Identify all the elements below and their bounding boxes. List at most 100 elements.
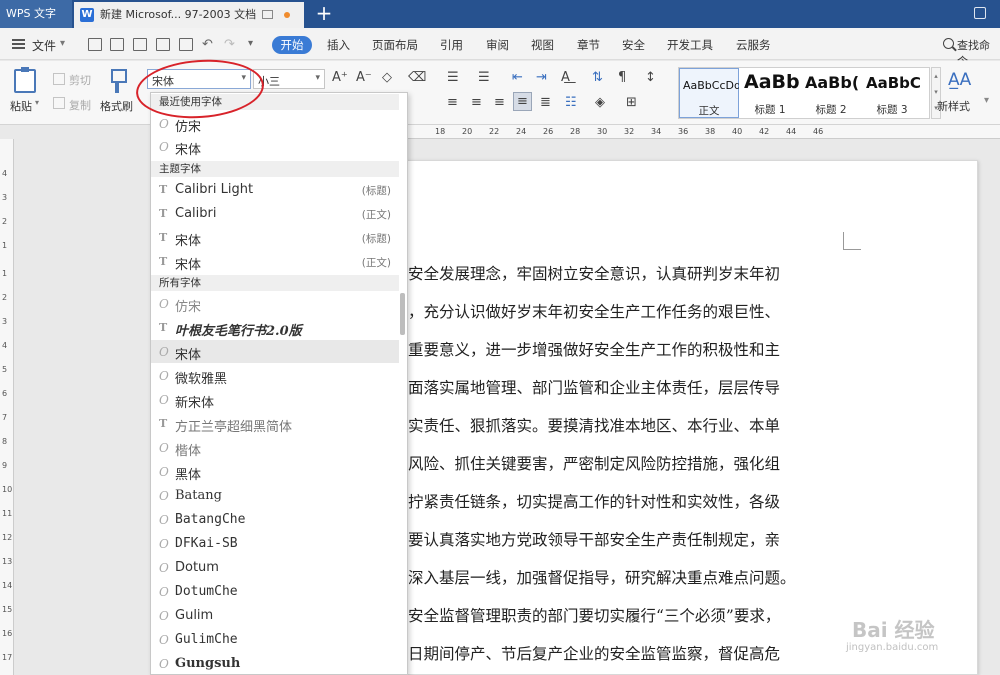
font-option[interactable]: O 微软雅黑	[151, 364, 399, 387]
font-option[interactable]: O Batang	[151, 484, 399, 507]
tab-cloud[interactable]: 云服务	[736, 37, 771, 53]
font-option[interactable]: O BatangChe	[151, 508, 399, 531]
tab-references[interactable]: 引用	[440, 37, 463, 53]
font-option-selected[interactable]: O 宋体	[151, 340, 399, 363]
undo-icon[interactable]: ↶	[202, 37, 213, 52]
shrink-font-icon[interactable]: A⁻	[356, 70, 372, 85]
bullet-list-icon[interactable]: ☰	[447, 70, 459, 85]
document-line[interactable]: 安全监督管理职责的部门要切实履行“三个必须”要求，	[408, 604, 846, 626]
style-heading-3[interactable]: AaBbC 标题 3	[863, 68, 923, 118]
grow-font-icon[interactable]: A⁺	[332, 70, 348, 85]
print-icon[interactable]	[156, 38, 170, 51]
style-normal[interactable]: AaBbCcDd 正文	[679, 68, 739, 118]
document-line[interactable]: 要认真落实地方党政领导干部安全生产责任制规定，亲	[408, 528, 846, 550]
align-right-icon[interactable]: ≡	[494, 95, 505, 110]
tab-developer[interactable]: 开发工具	[667, 37, 713, 53]
hamburger-menu-icon[interactable]	[12, 39, 25, 49]
font-option[interactable]: T Calibri (正文)	[151, 202, 399, 225]
borders-icon[interactable]: ⊞	[626, 95, 637, 110]
font-option[interactable]: O 宋体	[151, 135, 399, 158]
search-icon[interactable]	[943, 38, 954, 49]
new-style-button[interactable]: 新样式	[937, 98, 970, 114]
tab-review[interactable]: 审阅	[486, 37, 509, 53]
font-option[interactable]: O DotumChe	[151, 580, 399, 603]
ruler-tick: 7	[2, 413, 8, 422]
document-line[interactable]: 面落实属地管理、部门监管和企业主体责任，层层传导	[408, 376, 846, 398]
font-option[interactable]: O GulimChe	[151, 628, 399, 651]
cut-icon[interactable]	[53, 73, 65, 85]
justify-icon[interactable]: ≡	[513, 92, 532, 111]
document-line[interactable]: 安全发展理念，牢固树立安全意识，认真研判岁末年初	[408, 262, 846, 284]
font-option[interactable]: O Gungsuh	[151, 652, 399, 674]
paste-button[interactable]: 粘贴	[10, 98, 32, 114]
document-line[interactable]: 实责任、狠抓落实。要摸清找准本地区、本行业、本单	[408, 414, 846, 436]
font-option[interactable]: T 叶根友毛笔行书2.0版	[151, 316, 399, 339]
chevron-down-icon[interactable]: ▾	[315, 73, 320, 83]
font-option[interactable]: T 宋体 (正文)	[151, 250, 399, 273]
file-menu[interactable]: 文件	[32, 37, 56, 54]
font-option[interactable]: T 方正兰亭超细黑简体	[151, 412, 399, 435]
redo-icon[interactable]: ↷	[224, 37, 235, 52]
dropdown-scrollbar[interactable]	[400, 293, 405, 335]
copy-button[interactable]: 复制	[69, 97, 91, 113]
print-preview-icon[interactable]	[179, 38, 193, 51]
tab-security[interactable]: 安全	[622, 37, 645, 53]
font-option[interactable]: O Dotum	[151, 556, 399, 579]
export-pdf-icon[interactable]	[133, 38, 147, 51]
phonetic-icon[interactable]: ⌫	[408, 70, 426, 85]
vertical-ruler[interactable]: 4 3 2 1 1 2 3 4 5 6 7 8 9 10 11 12 13 14…	[0, 139, 14, 675]
tab-view[interactable]: 视图	[531, 37, 554, 53]
copy-icon[interactable]	[53, 97, 65, 109]
chevron-down-icon[interactable]: ▾	[60, 38, 65, 49]
numbered-list-icon[interactable]: ☰	[478, 70, 490, 85]
tab-insert[interactable]: 插入	[327, 37, 350, 53]
font-option[interactable]: O 仿宋	[151, 292, 399, 315]
save-icon[interactable]	[110, 38, 124, 51]
document-line[interactable]: 日期间停产、节后复产企业的安全监管监察，督促高危	[408, 642, 846, 664]
font-option[interactable]: T Calibri Light (标题)	[151, 178, 399, 201]
open-folder-icon[interactable]	[88, 38, 102, 51]
show-hide-icon[interactable]: ¶	[618, 70, 626, 85]
new-style-icon[interactable]: A̲A	[948, 70, 971, 90]
sort-icon[interactable]: ⇅	[592, 70, 603, 85]
app-tab[interactable]: WPS 文字	[0, 0, 72, 28]
chinese-layout-icon[interactable]: A͟	[561, 70, 570, 85]
style-heading-2[interactable]: AaBb( 标题 2	[802, 68, 862, 118]
paragraph-spacing-icon[interactable]: ☷	[565, 95, 577, 110]
font-option[interactable]: T 宋体 (标题)	[151, 226, 399, 249]
document-tab[interactable]: W 新建 Microsof... 97-2003 文档	[74, 2, 304, 28]
new-tab-plus-icon[interactable]: +	[314, 3, 334, 23]
paste-icon[interactable]	[14, 67, 36, 93]
tab-chapter[interactable]: 章节	[577, 37, 600, 53]
quick-access-dropdown-icon[interactable]: ▾	[248, 38, 253, 49]
font-option[interactable]: O 楷体	[151, 436, 399, 459]
document-line[interactable]: ，充分认识做好岁末年初安全生产工作任务的艰巨性、	[408, 300, 846, 322]
format-painter-button[interactable]: 格式刷	[100, 98, 133, 114]
style-heading-1[interactable]: AaBb 标题 1	[741, 68, 801, 118]
tab-start[interactable]: 开始	[272, 36, 312, 54]
chevron-down-icon[interactable]: ▾	[984, 95, 989, 106]
window-mode-icon[interactable]	[974, 7, 986, 19]
tab-page-layout[interactable]: 页面布局	[372, 37, 418, 53]
decrease-indent-icon[interactable]: ⇤	[512, 70, 523, 85]
monitor-icon[interactable]	[262, 10, 273, 19]
horizontal-ruler[interactable]: 18 20 22 24 26 28 30 32 34 36 38 40 42 4…	[400, 125, 1000, 139]
align-left-icon[interactable]: ≡	[447, 95, 458, 110]
increase-indent-icon[interactable]: ⇥	[536, 70, 547, 85]
distribute-icon[interactable]: ≣	[540, 95, 551, 110]
document-line[interactable]: 风险、抓住关键要害，严密制定风险防控措施，强化组	[408, 452, 846, 474]
chevron-down-icon[interactable]: ▾	[35, 98, 39, 107]
document-line[interactable]: 拧紧责任链条，切实提高工作的针对性和实效性，各级	[408, 490, 846, 512]
font-option[interactable]: O DFKai-SB	[151, 532, 399, 555]
clear-format-icon[interactable]: ◇	[382, 70, 392, 85]
font-option[interactable]: O Gulim	[151, 604, 399, 627]
format-painter-icon[interactable]	[110, 69, 127, 93]
align-center-icon[interactable]: ≡	[471, 95, 482, 110]
line-spacing-icon[interactable]: ↕	[645, 70, 656, 85]
document-line[interactable]: 重要意义，进一步增强做好安全生产工作的积极性和主	[408, 338, 846, 360]
font-option[interactable]: O 新宋体	[151, 388, 399, 411]
font-option[interactable]: O 黑体	[151, 460, 399, 483]
document-line[interactable]: 深入基层一线，加强督促指导，研究解决重点难点问题。	[408, 566, 846, 588]
cut-button[interactable]: 剪切	[69, 72, 91, 88]
shading-icon[interactable]: ◈	[595, 95, 605, 110]
